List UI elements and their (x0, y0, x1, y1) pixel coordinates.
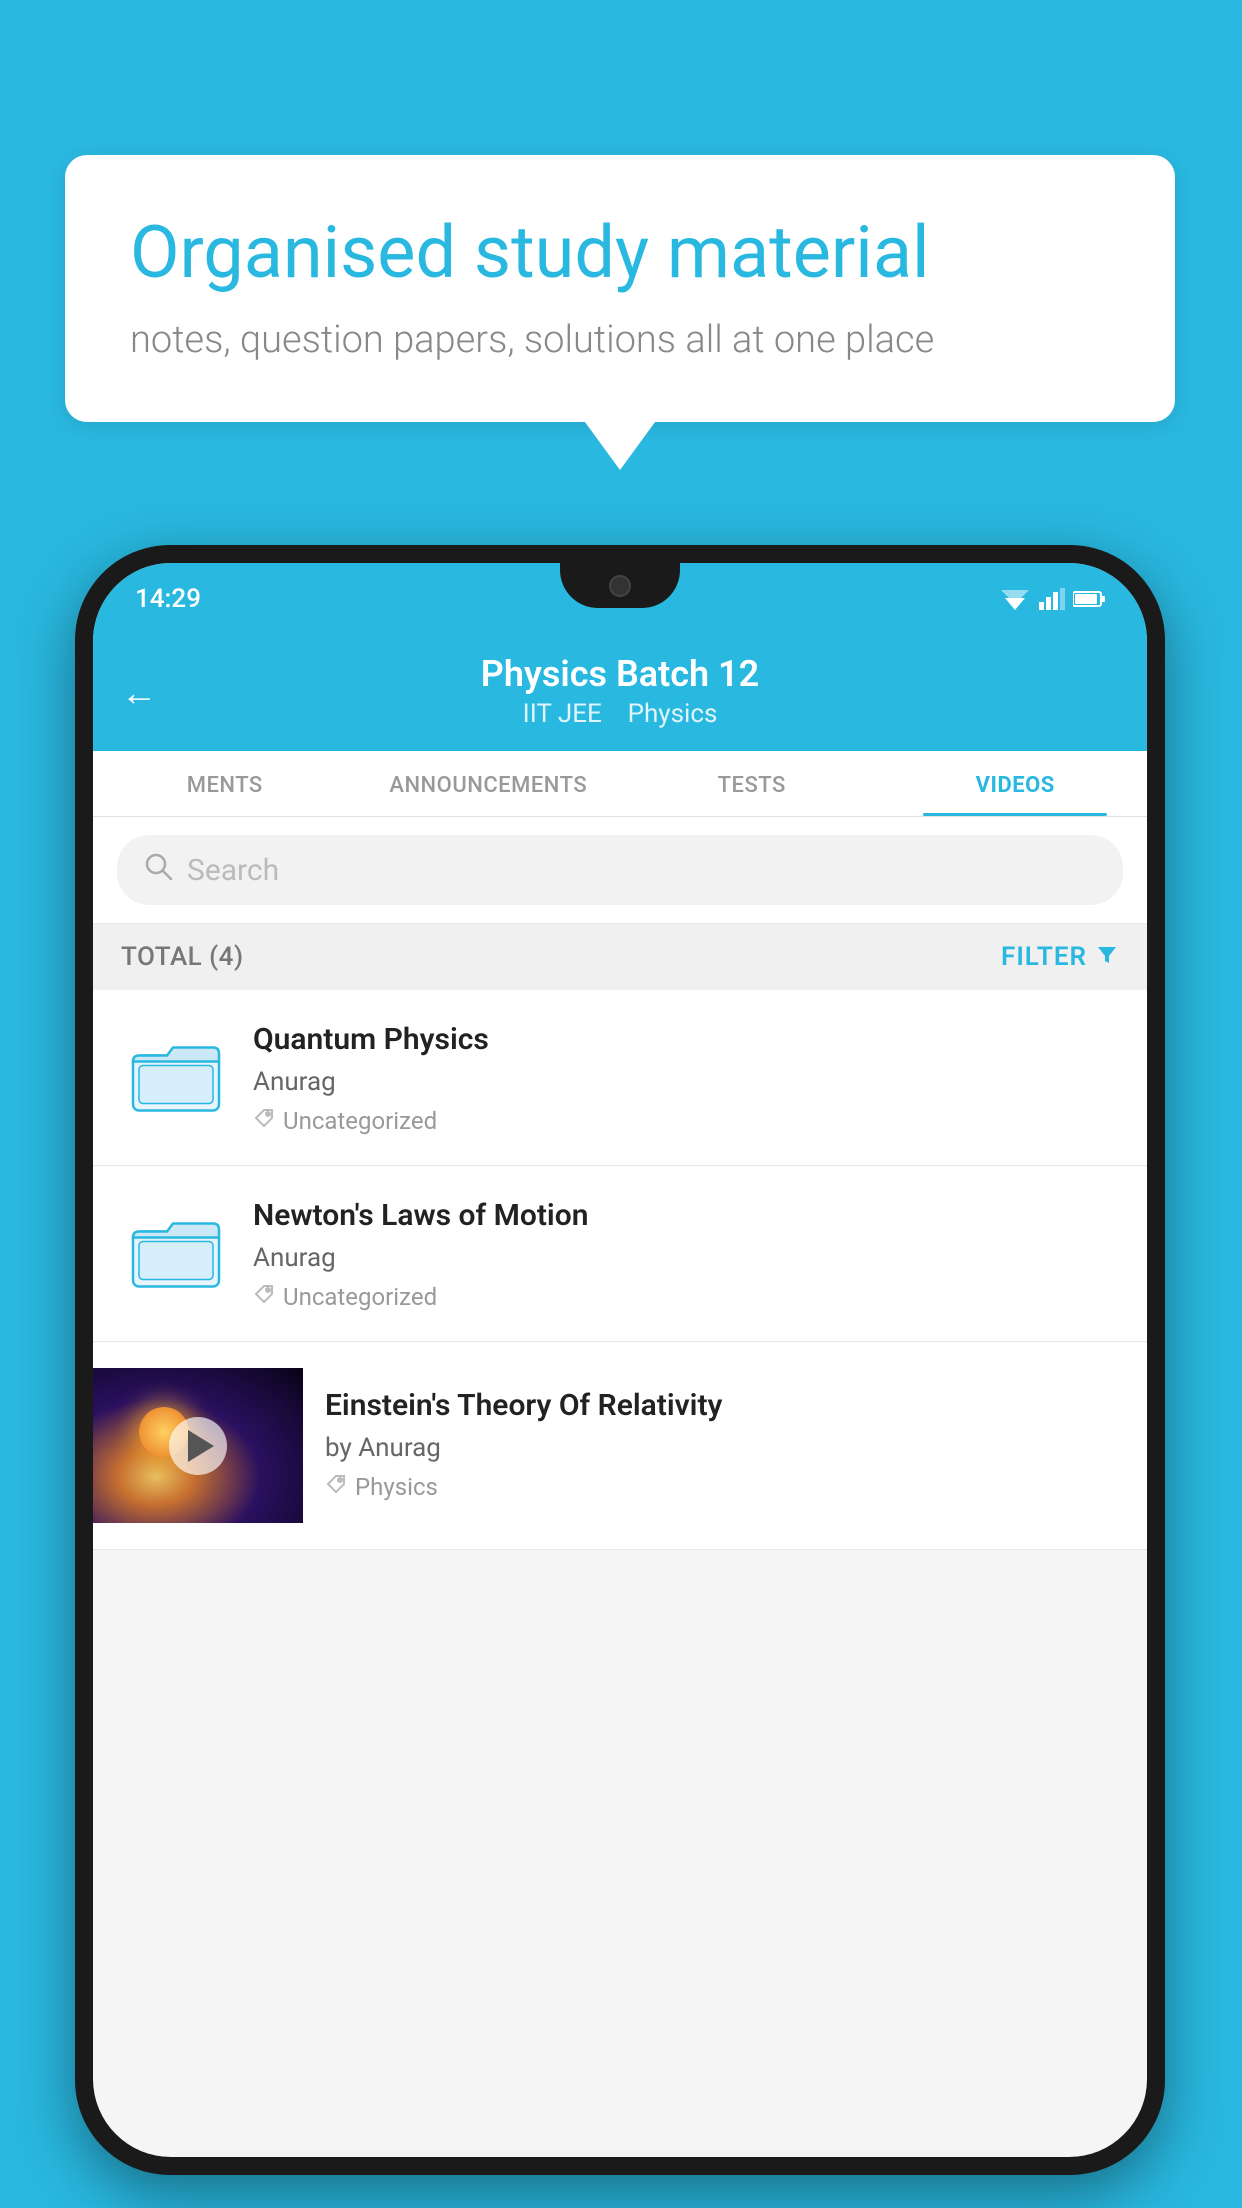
speech-bubble-subtext: notes, question papers, solutions all at… (130, 318, 1110, 362)
item-info: Einstein's Theory Of Relativity by Anura… (303, 1368, 1119, 1519)
phone-shell: 14:29 (75, 545, 1165, 2175)
tab-videos[interactable]: VIDEOS (884, 751, 1148, 816)
search-bar-wrap: Search (93, 817, 1147, 924)
item-tag: Physics (325, 1473, 1097, 1501)
status-bar: 14:29 (93, 563, 1147, 635)
video-list: Quantum Physics Anurag Uncategorized (93, 990, 1147, 1550)
search-placeholder: Search (187, 853, 279, 888)
back-button[interactable]: ← (121, 672, 157, 714)
folder-icon (131, 1033, 221, 1118)
filter-row: TOTAL (4) FILTER (93, 924, 1147, 990)
signal-icon (1039, 588, 1065, 610)
item-title: Quantum Physics (253, 1020, 1119, 1059)
tag-icon (253, 1283, 275, 1311)
item-thumbnail (93, 1368, 303, 1523)
speech-bubble-heading: Organised study material (130, 210, 1110, 296)
subtitle-tag2: Physics (628, 699, 718, 729)
item-info: Newton's Laws of Motion Anurag Uncategor… (253, 1196, 1119, 1311)
app-subtitle: IIT JEE Physics (93, 699, 1147, 729)
item-thumbnail (121, 1196, 231, 1306)
tag-icon (253, 1107, 275, 1135)
phone-screen: 14:29 (93, 563, 1147, 2157)
item-title: Newton's Laws of Motion (253, 1196, 1119, 1235)
play-button[interactable] (169, 1417, 227, 1475)
wifi-icon (999, 588, 1031, 610)
item-author: Anurag (253, 1067, 1119, 1097)
filter-funnel-icon (1095, 942, 1119, 972)
tab-ments[interactable]: MENTS (93, 751, 357, 816)
list-item[interactable]: Quantum Physics Anurag Uncategorized (93, 990, 1147, 1166)
filter-button[interactable]: FILTER (1001, 942, 1119, 972)
search-bar[interactable]: Search (117, 835, 1123, 905)
item-tag: Uncategorized (253, 1107, 1119, 1135)
app-background: Organised study material notes, question… (0, 0, 1242, 2208)
tag-icon (325, 1473, 347, 1501)
item-title: Einstein's Theory Of Relativity (325, 1386, 1097, 1425)
tab-bar: MENTS ANNOUNCEMENTS TESTS VIDEOS (93, 751, 1147, 817)
notch (560, 563, 680, 608)
battery-icon (1073, 590, 1105, 608)
camera (609, 575, 631, 597)
item-tag: Uncategorized (253, 1283, 1119, 1311)
status-time: 14:29 (135, 584, 201, 614)
status-icons (999, 588, 1105, 610)
subtitle-tag1: IIT JEE (523, 699, 602, 729)
item-thumbnail (121, 1020, 231, 1130)
item-author: Anurag (253, 1243, 1119, 1273)
speech-bubble-container: Organised study material notes, question… (65, 155, 1175, 422)
tab-announcements[interactable]: ANNOUNCEMENTS (357, 751, 621, 816)
speech-bubble: Organised study material notes, question… (65, 155, 1175, 422)
play-triangle-icon (188, 1430, 214, 1462)
app-title: Physics Batch 12 (93, 653, 1147, 695)
tab-tests[interactable]: TESTS (620, 751, 884, 816)
list-item[interactable]: Einstein's Theory Of Relativity by Anura… (93, 1342, 1147, 1550)
item-info: Quantum Physics Anurag Uncategorized (253, 1020, 1119, 1135)
total-count: TOTAL (4) (121, 942, 244, 972)
list-item[interactable]: Newton's Laws of Motion Anurag Uncategor… (93, 1166, 1147, 1342)
item-author: by Anurag (325, 1433, 1097, 1463)
search-icon (143, 851, 173, 889)
app-header: ← Physics Batch 12 IIT JEE Physics (93, 635, 1147, 751)
folder-icon (131, 1209, 221, 1294)
